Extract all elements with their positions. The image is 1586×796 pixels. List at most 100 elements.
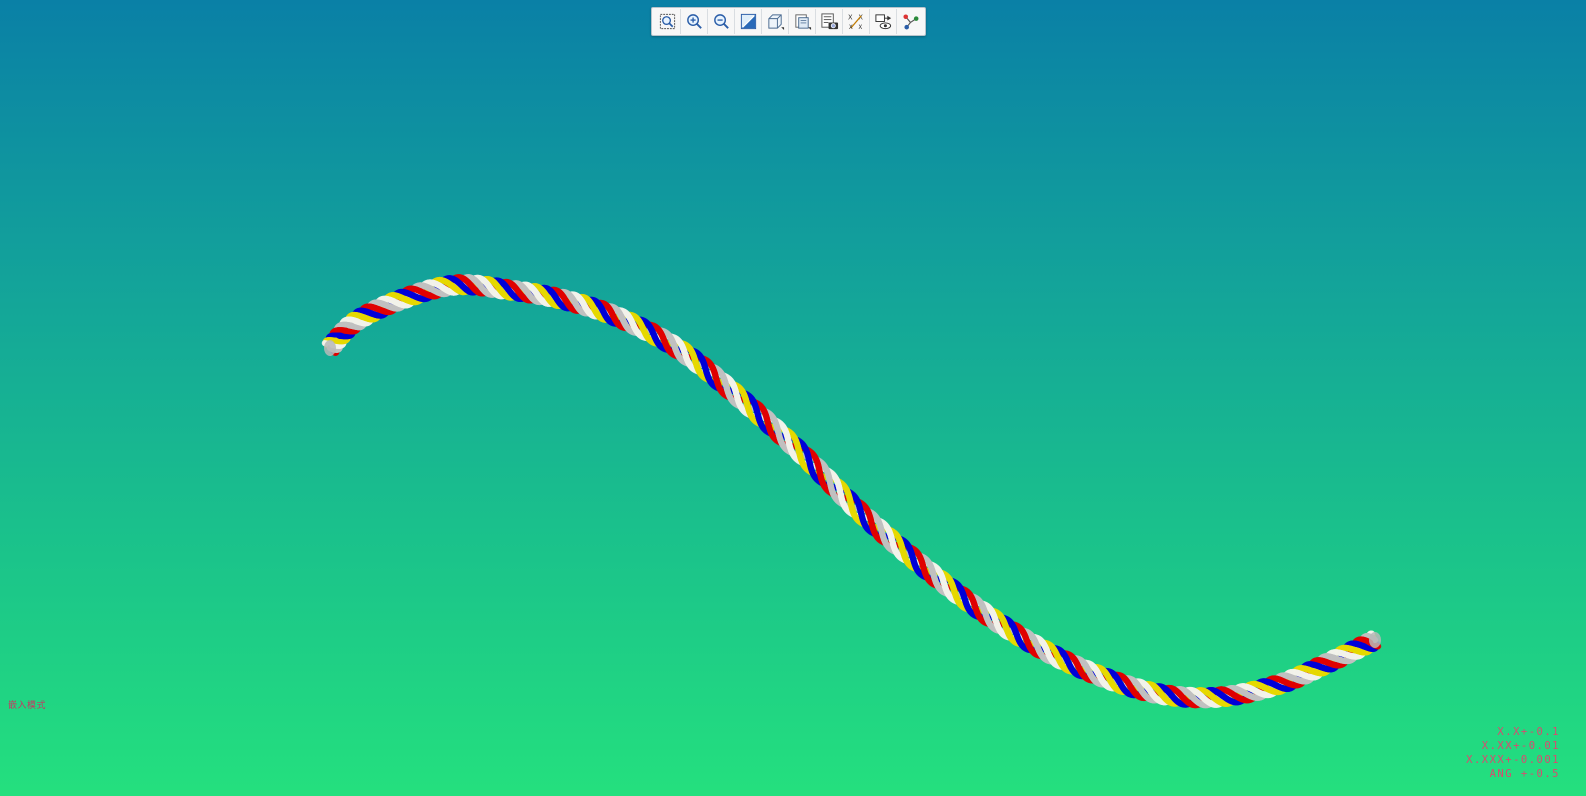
cable-strand-grey (671, 342, 679, 351)
cable-strand-red (1231, 692, 1239, 700)
cable-strand-blue (1065, 659, 1073, 667)
cable-strand-red (418, 288, 427, 296)
cable-strand-red (660, 336, 668, 345)
view-visibility-icon (874, 14, 891, 30)
cable-strand-grey (1137, 685, 1145, 694)
cable-strand-grey (571, 298, 579, 307)
cable-strand-grey (981, 609, 989, 618)
view-manager-icon (820, 13, 838, 30)
cable-strand-grey (1333, 655, 1342, 663)
zoom-in-icon (686, 14, 702, 29)
cable-strand-white (437, 283, 446, 291)
cable-strand-blue (1219, 692, 1228, 700)
cable-strand-red (1023, 636, 1031, 645)
cable-strand-blue (909, 554, 917, 563)
cable-strand-red (609, 311, 617, 320)
cable-strand-yellow (899, 545, 907, 555)
cable-strand-red (712, 372, 720, 381)
view-toolbar: X X X X (651, 7, 926, 36)
cable-strand-blue (457, 281, 465, 289)
cable-strand-yellow (743, 399, 751, 409)
cable-strand-yellow (400, 295, 408, 303)
tolerance-three-decimal: X.XXX+-0.001 (1466, 754, 1560, 766)
cable-strand-grey (1085, 667, 1093, 676)
zoom-in-button[interactable] (681, 9, 708, 34)
cable-strand-grey (1033, 642, 1041, 651)
annotation-display-button[interactable]: X X X X (843, 9, 870, 34)
zoom-out-icon (713, 14, 729, 29)
cable-strand-red (971, 602, 979, 611)
cable-strand-blue (649, 329, 657, 338)
cable-strand-blue (600, 308, 608, 316)
cable-strand-yellow (1209, 693, 1217, 701)
cable-strand-grey (619, 315, 627, 324)
cable-strand-red (514, 287, 522, 296)
cable-strand-yellow (1157, 690, 1165, 698)
cable-strand-white (733, 391, 741, 400)
saved-views-icon (794, 14, 811, 31)
cable-strand-grey (878, 526, 885, 536)
cable-strand-blue (366, 309, 375, 317)
cable-strand-blue (702, 364, 709, 373)
cable-strand-red (1075, 663, 1083, 672)
repaint-button[interactable] (735, 9, 762, 34)
cable-strand-blue (1358, 642, 1367, 650)
cable-strand-yellow (1307, 667, 1316, 675)
cable-strand-blue (552, 294, 560, 303)
cable-strand-white (485, 282, 493, 291)
twisted-cable-model[interactable] (0, 0, 1586, 796)
display-style-icon (767, 14, 784, 31)
cable-strand-grey (723, 382, 730, 392)
view-visibility-button[interactable] (870, 9, 897, 34)
cable-strand-grey (382, 301, 390, 309)
cable-strand-blue (505, 286, 513, 294)
cable-strand-yellow (589, 303, 597, 312)
tolerance-two-decimal: X.XX+-0.01 (1481, 740, 1560, 752)
spin-center-icon (902, 14, 918, 30)
tolerance-table: X.X+-0.1 X.XX+-0.01 X.XXX+-0.001 ANG +-0… (1440, 725, 1560, 781)
cable-strand-blue (1116, 680, 1125, 688)
cable-strand-red (466, 281, 475, 289)
cable-strand-grey (930, 570, 937, 579)
display-style-button[interactable] (762, 9, 789, 34)
cable-strand-white (580, 301, 588, 309)
repaint-icon (740, 13, 756, 30)
spin-center-button[interactable] (897, 9, 923, 34)
cable-strand-red (1282, 679, 1291, 686)
cable-strand-blue (409, 292, 417, 299)
tolerance-angle: ANG +-0.5 (1489, 768, 1560, 780)
cable-strand-white (629, 319, 637, 328)
cable-strand-yellow (448, 282, 456, 290)
cable-strand-yellow (1105, 675, 1114, 683)
cable-strand-white (1095, 671, 1103, 680)
svg-text:X: X (858, 25, 862, 31)
cable-strand-yellow (542, 291, 550, 300)
refit-button[interactable] (654, 9, 681, 34)
refit-icon (659, 13, 675, 30)
cable-strand-yellow (494, 283, 503, 292)
tolerance-one-decimal: X.X+-0.1 (1497, 726, 1560, 738)
cable-strand-yellow (1350, 646, 1359, 654)
cable-strand-white (1043, 647, 1051, 656)
cable-strand-white (889, 537, 896, 546)
cable-strand-blue (1167, 691, 1176, 699)
cable-strand-blue (1271, 681, 1280, 689)
zoom-out-button[interactable] (708, 9, 735, 34)
graphics-viewport[interactable]: X X X X 嵌入模式 X.X+-0.1 X.XX+-0.01 X.XXX+-… (0, 0, 1586, 796)
cable-strand-blue (753, 408, 761, 417)
cable-strand-grey (1189, 694, 1197, 702)
annotation-display-icon: X X X X (847, 14, 862, 31)
saved-views-button[interactable] (789, 9, 816, 34)
cable-strand-red (1323, 659, 1332, 666)
cable-strand-yellow (1054, 654, 1062, 663)
cable-strand-yellow (1261, 684, 1270, 692)
view-manager-button[interactable] (816, 9, 843, 34)
cable-strand-white (992, 616, 999, 625)
cable-strand-red (562, 296, 570, 305)
cable-strand-white (1299, 671, 1308, 679)
cable-strand-white (681, 349, 689, 358)
cable-strand-grey (1241, 689, 1250, 697)
cable-strand-red (1127, 683, 1135, 691)
cable-strand-white (1147, 688, 1155, 696)
cable-strand-grey (1291, 675, 1299, 683)
